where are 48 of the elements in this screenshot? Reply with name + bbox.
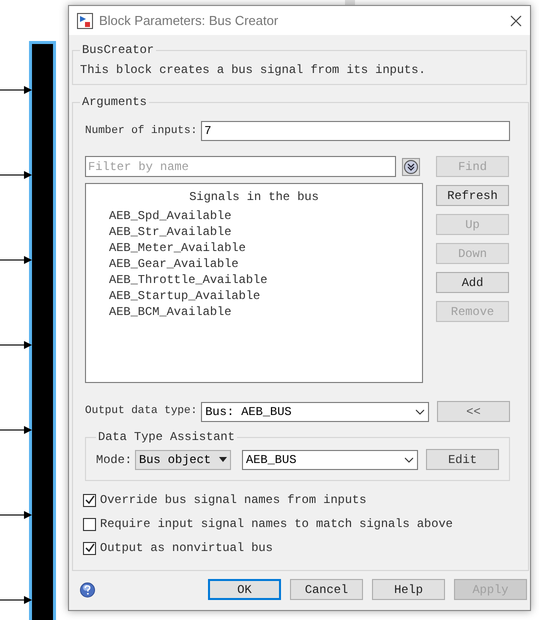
dialog-button[interactable]: Help [372,579,445,600]
description-text: This block creates a bus signal from its inputs. [80,62,427,79]
signal-arrow [0,510,32,520]
checkbox-label: Override bus signal names from inputs [100,492,366,509]
signal-item[interactable]: AEB_Meter_Available [109,240,246,256]
signal-arrow [0,595,32,605]
dropdown-chevron-icon [404,456,414,462]
signal-item[interactable]: AEB_Throttle_Available [109,272,268,288]
field-label: Number of inputs: [85,124,198,139]
mode-dropdown[interactable]: Bus object [135,450,231,470]
group-title: BusCreator [81,42,156,59]
field-label: Output data type: [85,404,198,420]
checkbox[interactable] [83,494,96,506]
checkbox[interactable] [83,518,96,530]
dropdown-chevron-icon [415,408,425,414]
dialog-button[interactable]: OK [208,579,281,600]
help-icon[interactable] [80,580,95,600]
edit-button[interactable]: Edit [426,449,499,470]
dropdown-arrow-icon [219,457,227,462]
window-title: Block Parameters: Bus Creator [99,12,280,30]
signal-item[interactable]: AEB_Spd_Available [109,208,232,224]
expand-icon[interactable] [402,158,420,176]
group-title: Data Type Assistant [97,429,236,446]
signal-arrow [0,340,32,350]
filter-field[interactable]: Filter by name [85,156,396,177]
checkbox-label: Output as nonvirtual bus [100,540,273,557]
signal-item[interactable]: AEB_BCM_Available [109,304,232,320]
list-heading: Signals in the bus [188,189,320,206]
dialog-button[interactable]: Cancel [290,579,363,600]
signal-arrow [0,255,32,265]
data-type-dropdown[interactable]: Bus: AEB_BUS [201,402,429,422]
signal-item[interactable]: AEB_Gear_Available [109,256,239,272]
group-title: Arguments [81,94,148,111]
dialog-button[interactable]: Add [436,272,509,293]
signal-item[interactable]: AEB_Startup_Available [109,288,260,304]
bus-dropdown[interactable]: AEB_BUS [242,450,418,470]
assistant-toggle-button[interactable]: << [437,401,510,422]
checkbox[interactable] [83,542,96,554]
dialog-button[interactable]: Refresh [436,185,509,206]
checkbox-label: Require input signal names to match signals above [100,516,453,533]
signal-item[interactable]: AEB_Str_Available [109,224,232,240]
close-icon[interactable] [510,14,522,26]
block-icon [77,12,93,28]
signal-arrow [0,85,32,95]
input-field[interactable]: 7 [201,121,510,141]
field-label: Mode: [96,452,134,468]
signal-arrow [0,425,32,435]
signal-arrow [0,170,32,180]
